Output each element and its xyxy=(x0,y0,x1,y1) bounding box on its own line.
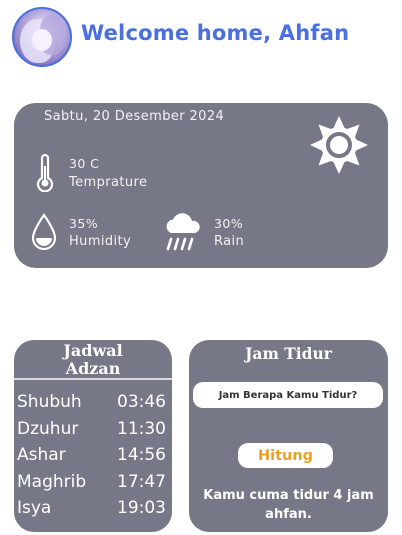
prayer-row: Dzuhur 11:30 xyxy=(17,419,166,443)
weather-card: Sabtu, 20 Desember 2024 30 C Temprature … xyxy=(14,103,388,268)
temperature-label: Temprature xyxy=(69,175,148,190)
rain-label: Rain xyxy=(214,234,245,249)
humidity-value: 35% xyxy=(69,216,98,231)
prayer-row: Ashar 14:56 xyxy=(17,445,166,469)
prayer-row: Isya 19:03 xyxy=(17,498,166,522)
divider xyxy=(14,378,172,380)
prayer-time: 17:47 xyxy=(117,471,166,492)
prayer-name: Maghrib xyxy=(17,471,87,492)
sleep-calculator-card: Jam Tidur Hitung Kamu cuma tidur 4 jam a… xyxy=(189,340,388,532)
prayer-time: 14:56 xyxy=(117,445,166,465)
prayer-name: Isya xyxy=(17,498,52,518)
temperature-value: 30 C xyxy=(69,156,100,171)
hitung-button[interactable]: Hitung xyxy=(238,443,333,468)
adzan-title: Jadwal Adzan xyxy=(14,342,172,378)
sun-icon xyxy=(310,116,368,174)
thermometer-icon xyxy=(36,154,54,192)
adzan-schedule-card: Jadwal Adzan Shubuh 03:46 Dzuhur 11:30 Ashar… xyxy=(14,340,172,532)
rain-value: 30% xyxy=(214,216,243,231)
prayer-name: Dzuhur xyxy=(17,418,79,439)
sleep-time-input[interactable] xyxy=(193,382,383,408)
welcome-title: Welcome home, Ahfan xyxy=(81,21,350,45)
prayer-name: Shubuh xyxy=(17,392,82,412)
prayer-time: 11:30 xyxy=(117,418,166,439)
prayer-row: Shubuh 03:46 xyxy=(17,392,166,416)
header: Welcome home, Ahfan xyxy=(12,7,392,69)
avatar-face xyxy=(32,29,52,51)
prayer-name: Ashar xyxy=(17,445,66,465)
avatar[interactable] xyxy=(12,7,72,67)
adzan-title-text: Jadwal Adzan xyxy=(63,341,123,378)
weather-date: Sabtu, 20 Desember 2024 xyxy=(44,109,225,124)
water-drop-icon xyxy=(31,213,57,251)
sleep-title: Jam Tidur xyxy=(245,344,332,363)
prayer-row: Maghrib 17:47 xyxy=(17,472,166,496)
sleep-result-text: Kamu cuma tidur 4 jam ahfan. xyxy=(203,488,374,522)
rain-cloud-icon xyxy=(166,213,200,251)
humidity-label: Humidity xyxy=(69,234,132,249)
prayer-time: 03:46 xyxy=(117,392,166,412)
prayer-time: 19:03 xyxy=(117,498,166,518)
